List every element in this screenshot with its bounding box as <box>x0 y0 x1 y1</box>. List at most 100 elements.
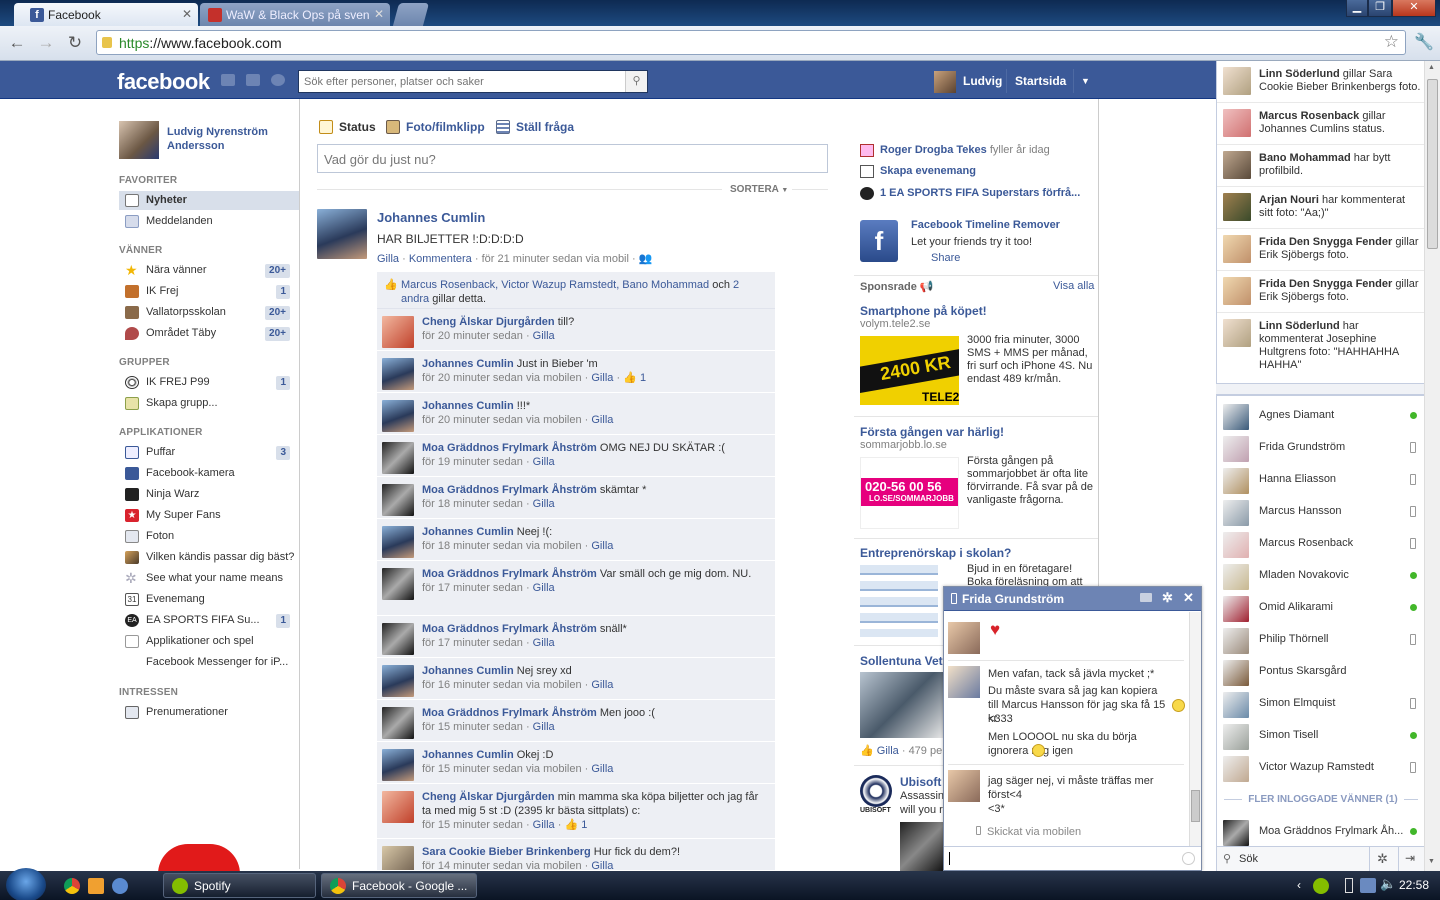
chrome-quicklaunch-icon[interactable] <box>64 878 80 894</box>
comment-author[interactable]: Moa Gräddnos Frylmark Åhström <box>422 707 597 719</box>
close-tab-icon[interactable]: ✕ <box>374 7 384 21</box>
gear-icon[interactable]: ✲ <box>1377 851 1388 867</box>
comment-timestamp[interactable]: för 17 minuter sedan <box>422 637 523 649</box>
video-call-icon[interactable] <box>1140 593 1152 602</box>
taskbar-chrome[interactable]: Facebook - Google ... <box>321 873 477 898</box>
ticker-item[interactable]: Linn Söderlund gillar Sara Cookie Bieber… <box>1217 61 1425 103</box>
tray-chevron-icon[interactable]: ‹ <box>1297 878 1301 892</box>
sidebar-item-ea-sports[interactable]: EA EA SPORTS FIFA Su... 1 <box>119 611 299 630</box>
ubisoft-logo[interactable] <box>860 775 892 807</box>
comment-like-link[interactable]: Gilla <box>591 540 613 552</box>
ad-image-tele2[interactable]: 2400 KR TELE2 <box>860 336 959 405</box>
home-link[interactable]: Startsida <box>1015 74 1066 88</box>
chat-contact[interactable]: Philip Thörnell <box>1217 624 1425 656</box>
likers-names[interactable]: Marcus Rosenback, Victor Wazup Ramstedt,… <box>401 279 709 291</box>
sidebar-item-ninja-warz[interactable]: Ninja Warz <box>119 485 299 504</box>
chat-contact[interactable]: Mladen Novakovic <box>1217 560 1425 592</box>
sidebar-item-close-friends[interactable]: ★ Nära vänner 20+ <box>119 261 299 280</box>
post-author-name[interactable]: Johannes Cumlin <box>377 210 485 225</box>
comment-author[interactable]: Cheng Älskar Djurgården <box>422 316 555 328</box>
taskbar-spotify[interactable]: Spotify <box>163 873 316 898</box>
search-input[interactable] <box>299 71 619 92</box>
tab-photo[interactable]: Foto/filmklipp <box>386 120 485 134</box>
ad-image-lo[interactable]: 020-56 00 56 LO.SE/SOMMARJOBB <box>860 457 959 529</box>
comment-like-link[interactable]: Gilla <box>533 637 555 649</box>
comment-avatar[interactable] <box>382 568 414 600</box>
scrollbar-thumb[interactable] <box>1191 790 1200 822</box>
comment-timestamp[interactable]: för 20 minuter sedan via mobilen <box>422 372 582 384</box>
sidebar-item-facebook-camera[interactable]: Facebook-kamera <box>119 464 299 483</box>
close-icon[interactable]: ✕ <box>1183 590 1194 606</box>
friend-requests-icon[interactable] <box>221 74 235 86</box>
comment-link[interactable]: Kommentera <box>409 253 472 265</box>
tray-volume-icon[interactable]: 🔈 <box>1380 876 1396 892</box>
ticker-name[interactable]: Arjan Nouri <box>1259 194 1319 206</box>
ticker-name[interactable]: Linn Söderlund <box>1259 320 1340 332</box>
profile-avatar[interactable] <box>119 121 159 159</box>
event-ea-sports[interactable]: 1 EA SPORTS FIFA Superstars förfrå... <box>860 187 1080 200</box>
ticker-name[interactable]: Frida Den Snygga Fender <box>1259 236 1392 248</box>
tab-youtube[interactable]: WaW & Black Ops på sven ✕ <box>200 3 390 26</box>
reload-icon[interactable]: ↻ <box>64 32 86 54</box>
event-roger[interactable]: Roger Drogba Tekes fyller år idag <box>860 144 1050 157</box>
ticker-avatar[interactable] <box>1223 193 1251 221</box>
comment-avatar[interactable] <box>382 707 414 739</box>
comment-author[interactable]: Moa Gräddnos Frylmark Åhström <box>422 442 597 454</box>
chat-contact[interactable]: Marcus Hansson <box>1217 496 1425 528</box>
emoticon-icon[interactable] <box>1182 852 1195 865</box>
comment-timestamp[interactable]: för 19 minuter sedan <box>422 456 523 468</box>
comment-like-count[interactable]: 👍 1 <box>623 372 646 384</box>
ad-like-link[interactable]: Gilla <box>877 745 899 757</box>
tab-status[interactable]: Status <box>319 120 376 134</box>
comment-avatar[interactable] <box>382 791 414 823</box>
comment-author[interactable]: Cheng Älskar Djurgården <box>422 791 555 803</box>
ad-title[interactable]: Smartphone på köpet! <box>860 304 987 318</box>
comment-timestamp[interactable]: för 18 minuter sedan via mobilen <box>422 540 582 552</box>
comment-avatar[interactable] <box>382 846 414 870</box>
ticker-item[interactable]: Linn Söderlund har kommenterat Josephine… <box>1217 313 1425 389</box>
wrench-icon[interactable]: 🔧 <box>1414 32 1434 52</box>
facebook-logo[interactable]: facebook <box>117 69 210 95</box>
ticker-resize-handle[interactable] <box>1216 383 1424 395</box>
account-menu-chevron-down-icon[interactable]: ▼ <box>1081 76 1090 86</box>
ad-image-entreprenor[interactable] <box>860 565 938 637</box>
comment-avatar[interactable] <box>382 358 414 390</box>
comment-timestamp[interactable]: för 20 minuter sedan <box>422 330 523 342</box>
comment-timestamp[interactable]: för 20 minuter sedan via mobilen <box>422 414 582 426</box>
ad-title[interactable]: Entreprenörskap i skolan? <box>860 546 1011 560</box>
chat-sender-avatar[interactable] <box>948 622 980 654</box>
address-bar[interactable]: https://www.facebook.com ☆ <box>96 30 1406 55</box>
chat-contact[interactable]: Frida Grundström <box>1217 432 1425 464</box>
profile-name-link[interactable]: Ludvig Nyrenström Andersson <box>167 125 292 153</box>
ticker-avatar[interactable] <box>1223 109 1251 137</box>
event-name[interactable]: 1 EA SPORTS FIFA Superstars förfrå... <box>880 187 1080 199</box>
chat-search-input[interactable]: Sök <box>1239 853 1365 865</box>
popout-icon[interactable]: ⇥ <box>1405 851 1415 865</box>
ticker-item[interactable]: Frida Den Snygga Fender gillar Erik Sjöb… <box>1217 271 1425 313</box>
comment-author[interactable]: Johannes Cumlin <box>422 665 514 677</box>
comment-avatar[interactable] <box>382 665 414 697</box>
comment-like-link[interactable]: Gilla <box>591 679 613 691</box>
sidebar-item-ik-frej[interactable]: IK Frej 1 <box>119 282 299 301</box>
avatar[interactable] <box>934 71 956 93</box>
chat-contact[interactable]: Pontus Skarsgård <box>1217 656 1425 688</box>
chat-contact[interactable]: Moa Gräddnos Frylmark Åh... <box>1217 816 1425 848</box>
comment-author[interactable]: Johannes Cumlin <box>422 749 514 761</box>
ad-title[interactable]: Ubisoft <box>900 775 941 789</box>
post-timestamp[interactable]: för 21 minuter sedan via mobil <box>482 253 629 265</box>
tray-network-icon[interactable] <box>1360 878 1376 893</box>
friends-audience-icon[interactable]: 👥 <box>639 253 653 265</box>
sidebar-item-name-means[interactable]: ✲ See what your name means <box>119 569 299 588</box>
comment-like-link[interactable]: Gilla <box>533 330 555 342</box>
sidebar-item-messages[interactable]: Meddelanden <box>119 212 299 231</box>
comment-timestamp[interactable]: för 17 minuter sedan <box>422 582 523 594</box>
sort-button[interactable]: SORTERA ▼ <box>730 184 788 195</box>
comment-timestamp[interactable]: för 14 minuter sedan via mobilen <box>422 860 582 870</box>
see-all-link[interactable]: Visa alla <box>1053 280 1094 292</box>
ad-title[interactable]: Första gången var härlig! <box>860 425 1004 439</box>
comment-like-link[interactable]: Gilla <box>533 456 555 468</box>
ticker-name[interactable]: Marcus Rosenback <box>1259 110 1359 122</box>
scrollbar-thumb[interactable] <box>1427 79 1438 249</box>
scroll-up-arrow-icon[interactable]: ▲ <box>1428 64 1435 71</box>
messages-icon[interactable] <box>246 74 260 86</box>
